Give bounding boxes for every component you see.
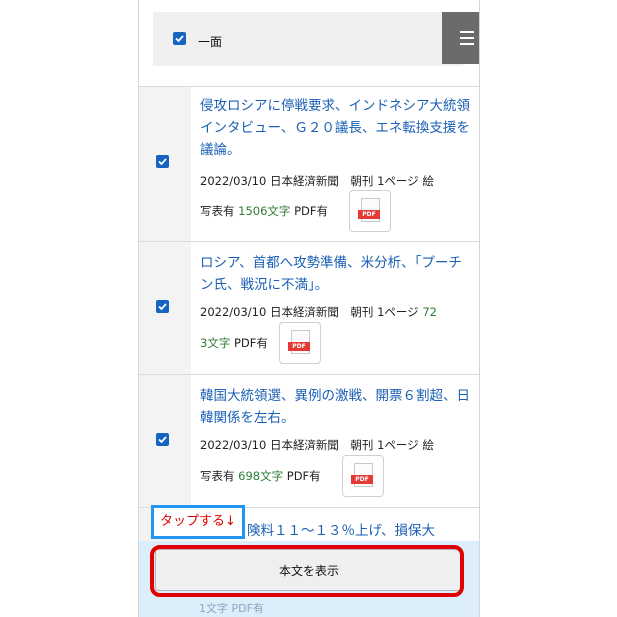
article-checkbox[interactable]: [156, 433, 169, 446]
menu-icon-bar: [460, 43, 474, 45]
article-meta: 2022/03/10 日本経済新聞 朝刊 1ページ 絵: [200, 174, 434, 188]
pdf-button[interactable]: PDF: [279, 322, 321, 364]
check-icon: [158, 158, 167, 166]
tap-annotation: タップする↓: [151, 505, 245, 539]
article-pdf-status: PDF有: [233, 336, 268, 350]
pdf-tag: PDF: [358, 210, 380, 219]
section-checkbox[interactable]: [173, 32, 186, 45]
article-char-count-part1: 72: [422, 305, 437, 319]
article-checkbox[interactable]: [156, 155, 169, 168]
article-char-count: 698文字: [238, 469, 284, 483]
article-item[interactable]: 侵攻ロシアに停戦要求、インドネシア大統領インタビュー、Ｇ２０議長、エネ転換支援を…: [139, 86, 479, 242]
pdf-button[interactable]: PDF: [349, 190, 391, 232]
article-char-count-part2: 3文字: [200, 336, 231, 350]
hamburger-menu-button[interactable]: [442, 12, 479, 64]
section-label: 一面: [198, 35, 223, 49]
underlay-text: 1文字 PDF有: [199, 602, 264, 615]
article-item[interactable]: 韓国大統領選、異例の激戦、開票６割超、日韓関係を左右。 2022/03/10 日…: [139, 374, 479, 508]
article-title-link[interactable]: ロシア、首都へ攻勢準備、米分析、「プーチン氏、戦況に不満」。: [200, 252, 470, 296]
check-icon: [158, 303, 167, 311]
pdf-button[interactable]: PDF: [342, 455, 384, 497]
check-icon: [175, 35, 184, 43]
pdf-tag: PDF: [288, 342, 310, 351]
section-header: 一面: [153, 12, 479, 66]
menu-icon: [460, 31, 474, 33]
article-meta-line1: 2022/03/10 日本経済新聞 朝刊 1ページ 72: [200, 304, 472, 320]
article-meta-line2: 写表有 698文字 PDF有: [200, 468, 472, 484]
article-title-link[interactable]: 侵攻ロシアに停戦要求、インドネシア大統領インタビュー、Ｇ２０議長、エネ転換支援を…: [200, 95, 470, 161]
article-item[interactable]: ロシア、首都へ攻勢準備、米分析、「プーチン氏、戦況に不満」。 2022/03/1…: [139, 241, 479, 375]
article-title-link[interactable]: 韓国大統領選、異例の激戦、開票６割超、日韓関係を左右。: [200, 385, 470, 429]
article-pdf-status: PDF有: [294, 204, 328, 218]
article-meta-line2: 写表有 1506文字 PDF有: [200, 203, 472, 219]
check-icon: [158, 436, 167, 444]
article-meta: 2022/03/10 日本経済新聞 朝刊 1ページ 絵: [200, 438, 434, 452]
article-char-count: 1506文字: [238, 204, 291, 218]
highlight-frame: [150, 545, 464, 597]
article-title-link[interactable]: 険料１１～１３％上げ、損保大: [247, 520, 479, 542]
article-flags: 写表有: [200, 204, 235, 218]
article-checkbox[interactable]: [156, 300, 169, 313]
article-flags: 写表有: [200, 469, 235, 483]
article-pdf-status: PDF有: [286, 469, 321, 483]
article-meta: 2022/03/10 日本経済新聞 朝刊 1ページ: [200, 305, 419, 319]
menu-icon-bar: [460, 37, 474, 39]
article-meta-line2: 3文字 PDF有: [200, 335, 472, 351]
pdf-tag: PDF: [351, 475, 373, 484]
